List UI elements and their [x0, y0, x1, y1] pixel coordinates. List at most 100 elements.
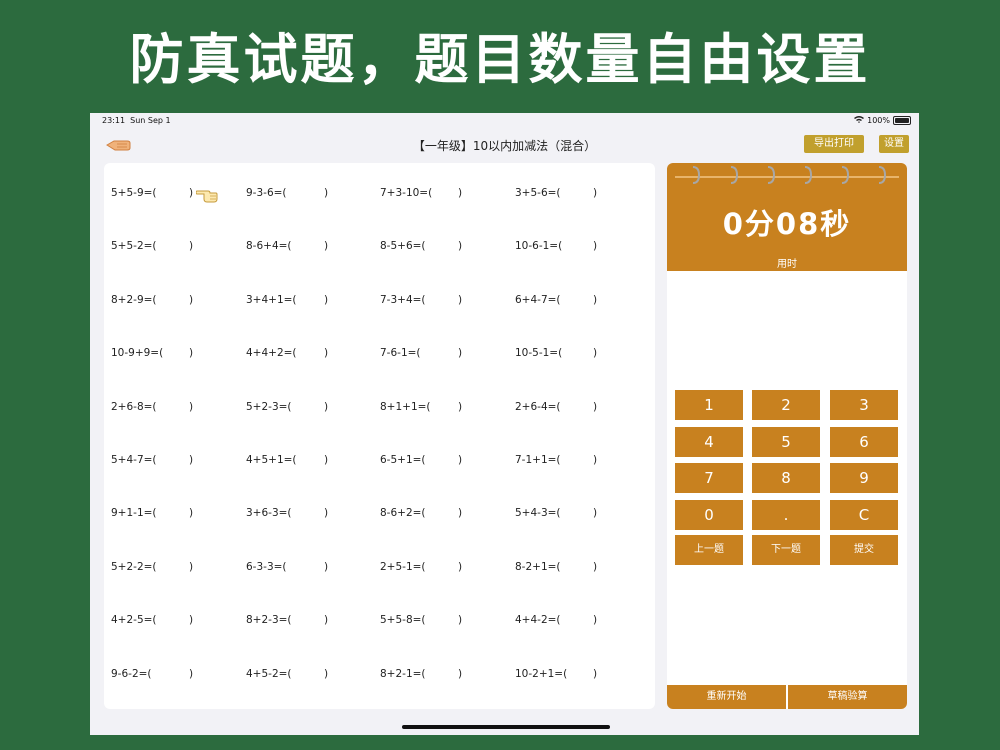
- draft-check-button[interactable]: 草稿验算: [788, 685, 907, 709]
- keypad-key[interactable]: 0: [675, 499, 743, 530]
- question-item[interactable]: 4+4-2=(): [515, 614, 597, 626]
- keypad-key[interactable]: C: [830, 499, 898, 530]
- question-text: 5+2-3=(: [246, 400, 292, 413]
- question-item[interactable]: 9-3-6=(): [246, 187, 328, 199]
- answer-panel: 0分08秒 用时 123 456 789 0. C 上一题 下一题 提交 重新开始 草稿…: [667, 163, 907, 709]
- answer-blank-close: ): [458, 240, 463, 253]
- page-title: 【一年级】10以内加减法（混合）: [412, 139, 597, 153]
- question-text: 5+2-2=(: [111, 560, 157, 573]
- question-item[interactable]: 10-6-1=(): [515, 240, 597, 253]
- question-item[interactable]: 8-6+4=(): [246, 240, 328, 253]
- answer-blank-close: ): [593, 614, 598, 627]
- question-text: 6-5+1=(: [380, 454, 426, 466]
- answer-blank-close: ): [189, 614, 194, 627]
- question-item[interactable]: 8-2+1=(): [515, 561, 597, 573]
- question-item[interactable]: 7+3-10=(): [380, 187, 462, 199]
- prev-question-button[interactable]: 上一题: [675, 535, 743, 565]
- question-item[interactable]: 8+2-3=(): [246, 614, 328, 626]
- question-item[interactable]: 5+5-9=(): [111, 187, 193, 199]
- question-text: 10-2+1=(: [515, 667, 568, 680]
- answer-blank-close: ): [324, 347, 329, 360]
- question-item[interactable]: 5+4-7=(): [111, 454, 193, 466]
- question-item[interactable]: 5+2-2=(): [111, 560, 193, 573]
- answer-blank-close: ): [324, 614, 329, 627]
- submit-button[interactable]: 提交: [830, 535, 898, 565]
- question-text: 10-6-1=(: [515, 240, 563, 253]
- answer-blank-close: ): [324, 240, 329, 253]
- question-item[interactable]: 6-5+1=(): [380, 454, 462, 466]
- question-item[interactable]: 10-5-1=(): [515, 347, 597, 359]
- question-item[interactable]: 9-6-2=(): [111, 668, 193, 680]
- answer-blank-close: ): [593, 400, 598, 413]
- question-item[interactable]: 3+5-6=(): [515, 187, 597, 199]
- question-item[interactable]: 6+4-7=(): [515, 294, 597, 306]
- keypad-key[interactable]: .: [752, 499, 820, 530]
- answer-blank-close: ): [189, 240, 194, 253]
- keypad-key[interactable]: 3: [830, 390, 898, 420]
- question-item[interactable]: 9+1-1=(): [111, 507, 193, 520]
- question-text: 4+5+1=(: [246, 454, 297, 466]
- question-item[interactable]: 4+2-5=(): [111, 614, 193, 627]
- next-question-button[interactable]: 下一题: [752, 535, 820, 565]
- question-text: 7-1+1=(: [515, 454, 561, 466]
- answer-blank-close: ): [324, 667, 329, 680]
- question-item[interactable]: 8+2-1=(): [380, 668, 462, 680]
- question-text: 2+6-8=(: [111, 400, 157, 413]
- question-item[interactable]: 2+6-4=(): [515, 401, 597, 413]
- question-item[interactable]: 8+1+1=(): [380, 401, 462, 413]
- question-text: 9+1-1=(: [111, 507, 157, 520]
- question-text: 4+2-5=(: [111, 614, 157, 627]
- keypad-key[interactable]: 5: [752, 426, 820, 457]
- question-text: 7+3-10=(: [380, 187, 433, 199]
- question-item[interactable]: 2+6-8=(): [111, 400, 193, 413]
- keypad-key[interactable]: 2: [752, 390, 820, 420]
- question-item[interactable]: 5+5-2=(): [111, 240, 193, 253]
- question-item[interactable]: 5+4-3=(): [515, 507, 597, 519]
- question-item[interactable]: 7-3+4=(): [380, 294, 462, 306]
- question-item[interactable]: 4+4+2=(): [246, 347, 328, 360]
- question-text: 5+5-8=(: [380, 614, 426, 627]
- question-item[interactable]: 8-5+6=(): [380, 240, 462, 252]
- restart-button[interactable]: 重新开始: [667, 685, 786, 709]
- settings-button[interactable]: 设置: [879, 135, 909, 153]
- keypad-key[interactable]: 7: [675, 463, 743, 493]
- question-item[interactable]: 3+4+1=(): [246, 294, 328, 306]
- question-item[interactable]: 5+5-8=(): [380, 614, 462, 627]
- battery-icon: [893, 116, 911, 125]
- answer-blank-close: ): [324, 560, 329, 573]
- keypad-key[interactable]: 4: [675, 426, 743, 457]
- status-time: 23:11 Sun Sep 1: [102, 116, 171, 125]
- question-item[interactable]: 4+5+1=(): [246, 454, 328, 466]
- question-item[interactable]: 7-6-1=(): [380, 347, 462, 359]
- question-item[interactable]: 2+5-1=(): [380, 561, 462, 573]
- question-text: 8-6+2=(: [380, 507, 426, 520]
- answer-blank-close: ): [189, 347, 194, 360]
- keypad-key[interactable]: 8: [752, 463, 820, 493]
- question-text: 4+4+2=(: [246, 347, 297, 360]
- question-item[interactable]: 6-3-3=(): [246, 561, 328, 573]
- pointing-hand-icon: [195, 185, 218, 203]
- question-item[interactable]: 3+6-3=(): [246, 507, 328, 519]
- export-print-button[interactable]: 导出打印: [804, 135, 864, 153]
- question-text: 8-6+4=(: [246, 240, 292, 253]
- promo-banner-title: 防真试题，题目数量自由设置: [129, 28, 871, 91]
- keypad-key[interactable]: 1: [675, 390, 743, 420]
- app-screen: 23:11 Sun Sep 1 100% 【一年级】10以内加减法（混合） 导出…: [90, 113, 919, 735]
- question-item[interactable]: 8-6+2=(): [380, 507, 462, 520]
- answer-blank-close: ): [458, 347, 463, 360]
- question-text: 5+5-2=(: [111, 240, 157, 253]
- keypad-key[interactable]: 9: [830, 463, 898, 493]
- question-text: 10-9+9=(: [111, 347, 164, 360]
- answer-blank-close: ): [324, 187, 329, 199]
- answer-blank-close: ): [593, 187, 598, 199]
- keypad-key[interactable]: 6: [830, 426, 898, 457]
- question-item[interactable]: 7-1+1=(): [515, 454, 597, 466]
- question-item[interactable]: 8+2-9=(): [111, 294, 193, 306]
- question-item[interactable]: 10-9+9=(): [111, 347, 193, 360]
- question-item[interactable]: 5+2-3=(): [246, 400, 328, 413]
- question-item[interactable]: 10-2+1=(): [515, 667, 597, 680]
- question-item[interactable]: 4+5-2=(): [246, 668, 328, 680]
- answer-blank-close: ): [189, 400, 194, 413]
- answer-blank-close: ): [593, 347, 598, 360]
- timer-label: 用时: [777, 259, 797, 270]
